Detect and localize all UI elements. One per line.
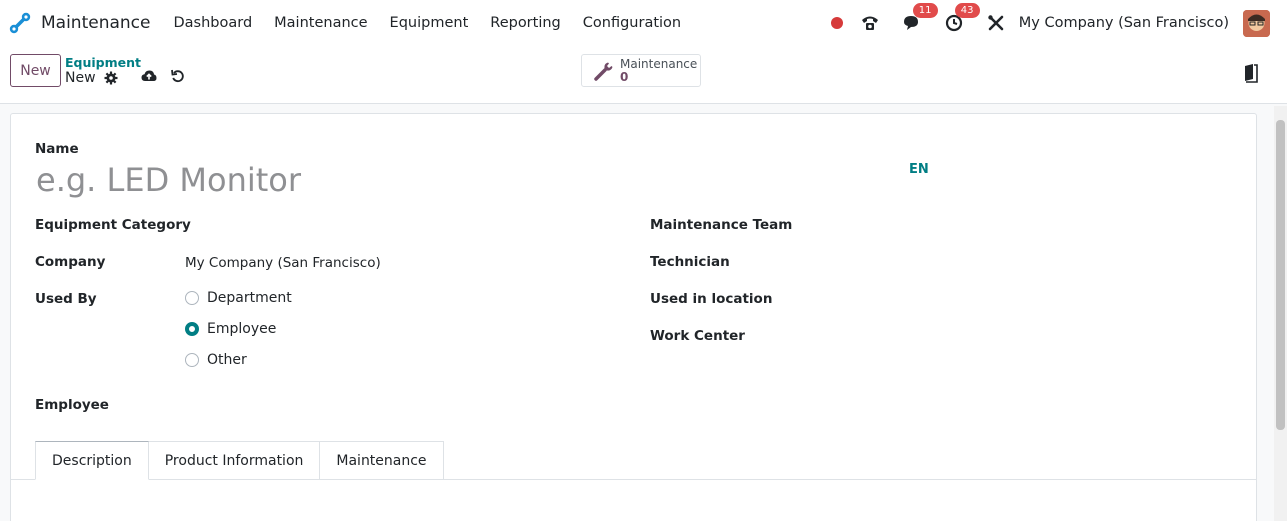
recording-status-icon[interactable] xyxy=(830,17,843,29)
menu-dashboard[interactable]: Dashboard xyxy=(162,15,263,31)
used-by-other-option[interactable]: Other xyxy=(185,352,247,368)
breadcrumb-current: New xyxy=(65,70,141,86)
systray: 11 43 My Company (San Francisco) xyxy=(830,0,1287,46)
technician-label: Technician xyxy=(650,254,730,270)
app-brand[interactable]: Maintenance xyxy=(9,12,150,34)
menu-configuration[interactable]: Configuration xyxy=(572,15,692,31)
maintenance-team-label: Maintenance Team xyxy=(650,217,793,233)
user-avatar[interactable] xyxy=(1243,9,1270,37)
form-sheet: Name EN Equipment Category Company My Co… xyxy=(10,113,1257,521)
discard-undo-icon[interactable] xyxy=(170,68,186,84)
company-switcher[interactable]: My Company (San Francisco) xyxy=(1019,15,1229,31)
maintenance-smart-button[interactable]: Maintenance 0 xyxy=(581,54,701,87)
messages-badge: 11 xyxy=(912,3,938,18)
menu-reporting[interactable]: Reporting xyxy=(479,15,572,31)
radio-employee-label: Employee xyxy=(207,321,277,337)
control-panel: New Equipment New Maintenance 0 xyxy=(0,46,1287,104)
used-by-employee-option[interactable]: Employee xyxy=(185,321,276,337)
messages-icon[interactable]: 11 xyxy=(901,3,938,34)
name-label: Name xyxy=(35,141,79,157)
breadcrumb-current-label: New xyxy=(65,70,96,86)
used-by-label: Used By xyxy=(35,291,97,307)
used-by-department-option[interactable]: Department xyxy=(185,290,292,306)
new-button[interactable]: New xyxy=(10,54,61,87)
gear-icon[interactable] xyxy=(104,71,118,85)
tools-icon[interactable] xyxy=(985,12,1007,34)
wrench-icon xyxy=(594,62,613,81)
top-navbar: Maintenance Dashboard Maintenance Equipm… xyxy=(0,0,1287,46)
breadcrumb: Equipment New xyxy=(65,55,141,86)
radio-other-label: Other xyxy=(207,352,247,368)
menu-equipment[interactable]: Equipment xyxy=(379,15,480,31)
menu-maintenance[interactable]: Maintenance xyxy=(263,15,378,31)
tab-maintenance[interactable]: Maintenance xyxy=(320,441,444,480)
phone-icon[interactable] xyxy=(859,12,881,34)
radio-department-label: Department xyxy=(207,290,292,306)
smart-button-label: Maintenance xyxy=(620,56,698,71)
app-logo-icon xyxy=(9,12,31,34)
tab-product-information[interactable]: Product Information xyxy=(148,441,321,480)
cloud-upload-icon[interactable] xyxy=(141,68,157,84)
scrollbar-thumb[interactable] xyxy=(1276,120,1285,430)
radio-other[interactable] xyxy=(185,353,199,367)
activities-clock-icon[interactable]: 43 xyxy=(943,3,980,34)
tab-description[interactable]: Description xyxy=(35,441,149,480)
breadcrumb-parent[interactable]: Equipment xyxy=(65,55,141,70)
radio-employee[interactable] xyxy=(185,322,199,336)
smart-button-value: 0 xyxy=(620,69,629,84)
company-label: Company xyxy=(35,254,106,270)
language-toggle[interactable]: EN xyxy=(909,162,929,177)
equipment-category-label: Equipment Category xyxy=(35,217,191,233)
app-title[interactable]: Maintenance xyxy=(41,13,150,33)
notebook-tabs: Description Product Information Maintena… xyxy=(35,441,444,480)
activities-badge: 43 xyxy=(954,3,980,18)
company-field[interactable]: My Company (San Francisco) xyxy=(185,255,381,271)
work-center-label: Work Center xyxy=(650,328,745,344)
radio-department[interactable] xyxy=(185,291,199,305)
used-in-location-label: Used in location xyxy=(650,291,773,307)
bookmark-book-icon[interactable] xyxy=(1244,63,1258,83)
main-menu: Dashboard Maintenance Equipment Reportin… xyxy=(162,15,692,31)
employee-label: Employee xyxy=(35,397,109,413)
name-input[interactable] xyxy=(36,158,896,202)
